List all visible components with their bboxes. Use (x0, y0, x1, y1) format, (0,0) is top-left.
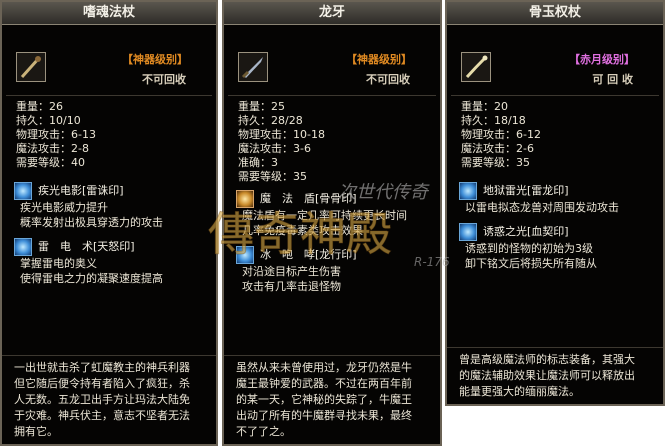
ice-roar-skill-icon (236, 246, 254, 264)
lore-line: 曾是高级魔法师的标志装备，其强大 (459, 353, 635, 366)
stat-durability: 持久：10/10 (16, 114, 81, 127)
skill-entry: 雷 电 术[天怒印] 掌握雷电的奥义 使得雷电之力的凝聚速度提高 (2, 238, 216, 286)
hell-lightning-skill-icon (459, 182, 477, 200)
item-title: 龙牙 (224, 2, 440, 25)
stat-magic-attack: 魔法攻击：3-6 (238, 142, 311, 155)
skill-entry: 地狱雷光[雷龙印] 以雷电拟态龙兽对周围发动攻击 (447, 182, 663, 215)
item-lore: 曾是高级魔法师的标志装备，其强大 的魔法辅助效果让魔法师可以释放出 能量更强大的… (447, 347, 663, 404)
item-tooltip-panel: 嗜魂法杖 【神器级别】 不可回收 重量：26 持久：10/10 物理攻击：6-1… (0, 0, 218, 446)
lore-line: 但它随后便令持有者陷入了疯狂，杀 (14, 377, 190, 390)
item-tooltip-panel: 骨玉权杖 【赤月级别】 可 回 收 重量：20 持久：18/18 物理攻击：6-… (445, 0, 665, 406)
skill-entry: 诱惑之光[血契印] 诱惑到的怪物的初始为3级 卸下铭文后将损失所有随从 (447, 223, 663, 271)
stat-magic-attack: 魔法攻击：2-8 (16, 142, 89, 155)
item-title: 嗜魂法杖 (2, 2, 216, 25)
item-grade: 【神器级别】 (346, 53, 412, 66)
skill-name: 魔 法 盾[骨骨印] (260, 192, 357, 205)
stat-accuracy: 准确：3 (238, 156, 278, 169)
item-grade: 【神器级别】 (122, 53, 188, 66)
skill-desc: 攻击有几率击退怪物 (242, 280, 341, 293)
skill-desc: 诱惑到的怪物的初始为3级 (465, 242, 593, 255)
magic-shield-skill-icon (236, 190, 254, 208)
skill-name: 地狱雷光[雷龙印] (483, 184, 569, 197)
stats-list: 重量：25 持久：28/28 物理攻击：10-18 魔法攻击：3-6 准确：3 … (224, 96, 440, 184)
lore-line: 于灾难。神兵伏主，意志不坚者无法 (14, 409, 190, 422)
stat-required-level: 需要等级：35 (461, 156, 530, 169)
skill-desc: 魔法盾有一定几率可持续更长时间 (242, 209, 407, 222)
stat-weight: 重量：25 (238, 100, 285, 113)
lore-line: 的魔法辅助效果让魔法师可以释放出 (459, 369, 635, 382)
lore-line: 魔王最钟爱的武器。不过在两百年前 (236, 377, 412, 390)
recycle-status: 可 回 收 (592, 73, 633, 86)
temptation-skill-icon (459, 223, 477, 241)
stat-durability: 持久：28/28 (238, 114, 303, 127)
stat-magic-attack: 魔法攻击：2-6 (461, 142, 534, 155)
skill-desc: 使得雷电之力的凝聚速度提高 (20, 272, 163, 285)
skill-entry: 疾光电影[雷诛印] 疾光电影威力提升 概率发射出极具穿透力的攻击 (2, 182, 216, 230)
skill-desc: 疾光电影威力提升 (20, 201, 108, 214)
stat-physical-attack: 物理攻击：6-13 (16, 128, 96, 141)
scepter-icon (461, 52, 491, 82)
stat-physical-attack: 物理攻击：10-18 (238, 128, 325, 141)
lore-line: 的某一天，它神秘的失踪了，牛魔王 (236, 393, 412, 406)
stat-weight: 重量：20 (461, 100, 508, 113)
skill-desc: 卸下铭文后将损失所有随从 (465, 257, 597, 270)
item-grade: 【赤月级别】 (569, 53, 635, 66)
skill-name: 冰 咆 哮[龙行印] (260, 248, 357, 261)
stat-weight: 重量：26 (16, 100, 63, 113)
lore-line: 人无数。五龙卫出手方让玛法大陆免 (14, 393, 190, 406)
item-tooltip-panel: 龙牙 【神器级别】 不可回收 重量：25 持久：28/28 物理攻击：10-18… (222, 0, 442, 446)
stat-required-level: 需要等级：40 (16, 156, 85, 169)
stat-required-level: 需要等级：35 (238, 170, 307, 183)
skill-name: 诱惑之光[血契印] (483, 225, 569, 238)
skill-desc: 概率发射出极具穿透力的攻击 (20, 216, 163, 229)
thunder-skill-icon (14, 238, 32, 256)
skill-name: 雷 电 术[天怒印] (38, 240, 135, 253)
lightning-skill-icon (14, 182, 32, 200)
skill-desc: 以雷电拟态龙兽对周围发动攻击 (465, 201, 619, 214)
recycle-status: 不可回收 (142, 73, 186, 86)
item-title: 骨玉权杖 (447, 2, 663, 25)
lore-line: 虽然从来未曾使用过，龙牙仍然是牛 (236, 361, 412, 374)
stat-physical-attack: 物理攻击：6-12 (461, 128, 541, 141)
lore-line: 拥有它。 (14, 425, 58, 438)
lore-line: 能量更强大的缅丽魔法。 (459, 385, 580, 398)
staff-icon (16, 52, 46, 82)
skill-entry: 魔 法 盾[骨骨印] 魔法盾有一定几率可持续更长时间 几率免疫毒素类攻击效果 (224, 190, 440, 238)
stat-durability: 持久：18/18 (461, 114, 526, 127)
skill-entry: 冰 咆 哮[龙行印] 对沿途目标产生伤害 攻击有几率击退怪物 (224, 246, 440, 294)
item-lore: 虽然从来未曾使用过，龙牙仍然是牛 魔王最钟爱的武器。不过在两百年前 的某一天，它… (224, 355, 440, 444)
recycle-status: 不可回收 (366, 73, 410, 86)
stats-list: 重量：20 持久：18/18 物理攻击：6-12 魔法攻击：2-6 需要等级：3… (447, 96, 663, 170)
item-lore: 一出世就击杀了虹魔教主的神兵利器 但它随后便令持有者陷入了疯狂，杀 人无数。五龙… (2, 355, 216, 444)
lore-line: 一出世就击杀了虹魔教主的神兵利器 (14, 361, 190, 374)
lore-line: 不了了之。 (236, 425, 291, 438)
skill-desc: 对沿途目标产生伤害 (242, 265, 341, 278)
lore-line: 出动了所有的牛魔群寻找未果，最终 (236, 409, 412, 422)
skill-desc: 掌握雷电的奥义 (20, 257, 97, 270)
sword-icon (238, 52, 268, 82)
skill-name: 疾光电影[雷诛印] (38, 184, 124, 197)
stats-list: 重量：26 持久：10/10 物理攻击：6-13 魔法攻击：2-8 需要等级：4… (2, 96, 216, 170)
skill-desc: 几率免疫毒素类攻击效果 (242, 224, 363, 237)
